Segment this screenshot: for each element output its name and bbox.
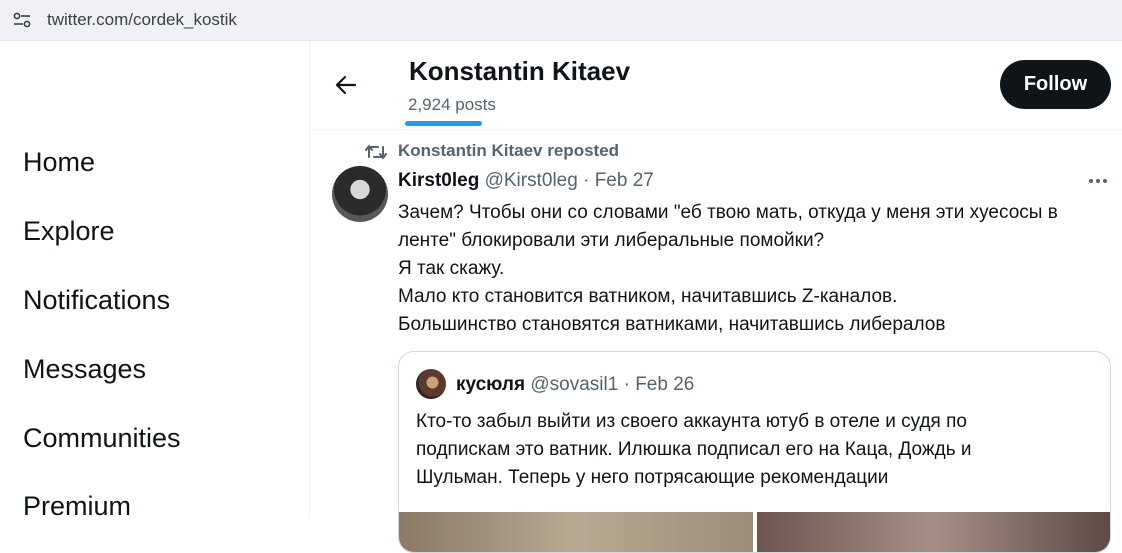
post-count: 2,924 posts — [408, 95, 496, 114]
tweet-line: Большинство становятся ватниками, начита… — [398, 314, 946, 335]
quote-header: кусюля @sovasil1 · Feb 26 — [456, 374, 694, 396]
tweet-line: Зачем? Чтобы они со словами "еб твою мат… — [398, 202, 1058, 223]
quote-author-name[interactable]: кусюля — [456, 374, 525, 395]
nav-item-messages[interactable]: Messages — [23, 354, 146, 385]
tweet-line: Я так скажу. — [398, 258, 505, 279]
tweet-header: Kirst0leg @Kirst0leg · Feb 27 — [398, 170, 654, 192]
quote-media-image[interactable] — [399, 512, 753, 552]
nav-item-home[interactable]: Home — [23, 147, 95, 178]
quote-text: Кто-то забыл выйти из своего аккаунта ют… — [416, 408, 1096, 492]
tab-indicator — [405, 121, 482, 126]
quote-line: подпискам это ватник. Илюшка подписал ег… — [416, 439, 972, 460]
quote-author-handle[interactable]: @sovasil1 — [530, 374, 618, 395]
tweet-date[interactable]: Feb 27 — [595, 170, 654, 191]
separator-dot: · — [623, 374, 630, 395]
nav-item-communities[interactable]: Communities — [23, 423, 181, 454]
tweet-line: Мало кто становится ватником, начитавшис… — [398, 286, 898, 307]
follow-button[interactable]: Follow — [1000, 60, 1111, 109]
more-icon[interactable] — [1086, 171, 1110, 191]
url-text[interactable]: twitter.com/cordek_kostik — [47, 10, 237, 30]
profile-name: Konstantin Kitaev — [409, 56, 631, 86]
tweet-text: Зачем? Чтобы они со словами "еб твою мат… — [398, 199, 1110, 339]
quote-line: Шульман. Теперь у него потрясающие реком… — [416, 467, 889, 488]
quote-line: Кто-то забыл выйти из своего аккаунта ют… — [416, 411, 967, 432]
quote-tweet-card[interactable]: кусюля @sovasil1 · Feb 26 Кто-то забыл в… — [398, 351, 1111, 553]
author-handle[interactable]: @Kirst0leg — [485, 170, 578, 191]
nav-item-explore[interactable]: Explore — [23, 216, 115, 247]
nav-item-notifications[interactable]: Notifications — [23, 285, 170, 316]
browser-address-bar[interactable]: twitter.com/cordek_kostik — [0, 0, 1122, 41]
quote-media-image[interactable] — [757, 512, 1110, 552]
avatar[interactable] — [332, 166, 388, 222]
header-divider — [310, 129, 1122, 130]
site-settings-icon[interactable] — [13, 12, 31, 28]
separator-dot: · — [583, 170, 590, 191]
repost-icon — [365, 145, 387, 159]
quote-avatar[interactable] — [416, 369, 446, 399]
nav-item-premium[interactable]: Premium — [23, 491, 131, 522]
sidebar-divider — [309, 41, 310, 519]
quote-date[interactable]: Feb 26 — [635, 374, 694, 395]
repost-label[interactable]: Konstantin Kitaev reposted — [398, 141, 619, 161]
tweet-line: ленте" блокировали эти либеральные помой… — [398, 230, 825, 251]
back-arrow-icon[interactable] — [333, 72, 359, 98]
author-name[interactable]: Kirst0leg — [398, 170, 479, 191]
